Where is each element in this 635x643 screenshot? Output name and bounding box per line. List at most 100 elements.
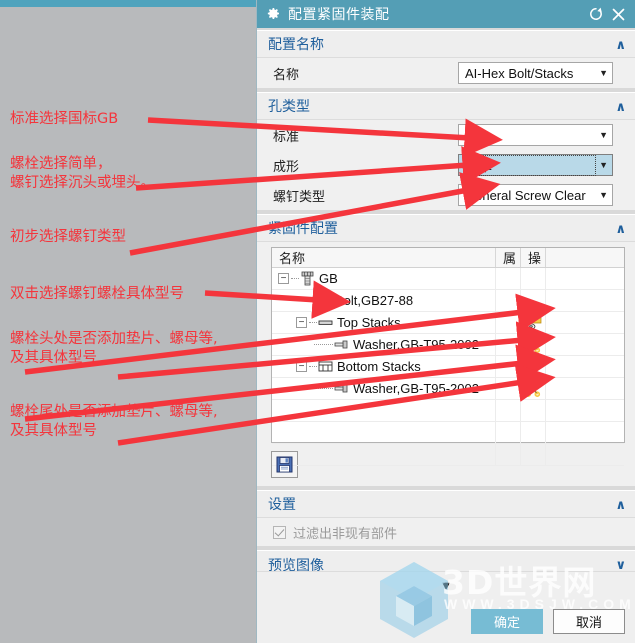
combo-standard[interactable]: GB ▼ bbox=[458, 124, 613, 146]
label-standard: 标准 bbox=[273, 128, 300, 144]
chevron-up-icon[interactable]: ∧ bbox=[615, 100, 626, 113]
combo-config-name-value: AI-Hex Bolt/Stacks bbox=[465, 65, 574, 81]
column-header-property[interactable]: 属 bbox=[496, 248, 521, 267]
add-folder-icon[interactable]: + bbox=[525, 315, 542, 331]
combo-screw-type-value: General Screw Clear bbox=[465, 187, 586, 203]
action-cell[interactable]: + bbox=[521, 312, 546, 333]
property-cell[interactable] bbox=[496, 334, 521, 355]
tree-node-cell[interactable]: Washer,GB-T95-2002 bbox=[272, 378, 496, 399]
field-row-name: 名称 AI-Hex Bolt/Stacks ▼ bbox=[257, 58, 635, 88]
table-row[interactable] bbox=[272, 444, 624, 466]
combo-form[interactable]: 简单 ▼ bbox=[458, 154, 613, 176]
chevron-down-icon: ▼ bbox=[599, 130, 608, 140]
filter-checkbox[interactable] bbox=[273, 525, 286, 539]
combo-standard-value: GB bbox=[465, 127, 484, 143]
tree-node-cell[interactable]: − Top Stacks bbox=[272, 312, 496, 333]
fastener-tree: 名称 属 操 − GB Bolt,GB27-88 − Top Stacks + Washer… bbox=[271, 247, 625, 466]
chevron-down-icon: ▼ bbox=[599, 68, 608, 78]
close-icon[interactable] bbox=[607, 3, 629, 25]
combo-config-name[interactable]: AI-Hex Bolt/Stacks ▼ bbox=[458, 62, 613, 84]
dialog-title: 配置紧固件装配 bbox=[288, 6, 390, 22]
tree-node-cell[interactable] bbox=[272, 400, 496, 421]
tree-expander-icon[interactable]: − bbox=[296, 361, 307, 372]
property-cell[interactable] bbox=[496, 356, 521, 377]
property-cell[interactable] bbox=[496, 400, 521, 421]
tree-connector-line bbox=[309, 322, 317, 323]
bolt-horizontal-icon bbox=[315, 294, 331, 307]
ok-button[interactable]: 确定 bbox=[471, 609, 543, 634]
cut-icon[interactable] bbox=[524, 337, 542, 353]
property-cell[interactable] bbox=[496, 268, 521, 289]
column-header-extra[interactable] bbox=[546, 248, 624, 267]
extra-cell[interactable] bbox=[546, 444, 624, 465]
property-cell[interactable] bbox=[496, 444, 521, 465]
tree-node-cell[interactable]: − GB bbox=[272, 268, 496, 289]
cut-icon[interactable] bbox=[524, 381, 542, 397]
tree-node-cell[interactable]: Washer,GB-T95-2002 bbox=[272, 334, 496, 355]
tree-node-cell[interactable]: − Bottom Stacks bbox=[272, 356, 496, 377]
fastener-tree-wrapper: 名称 属 操 − GB Bolt,GB27-88 − Top Stacks + Washer… bbox=[257, 242, 635, 466]
reset-icon[interactable] bbox=[585, 3, 607, 25]
extra-cell[interactable] bbox=[546, 334, 624, 355]
tree-node-cell[interactable]: Bolt,GB27-88 bbox=[272, 290, 496, 311]
annotation-tail-stack: 螺栓尾处是否添加垫片、螺母等, 及其具体型号 bbox=[10, 404, 218, 439]
extra-cell[interactable] bbox=[546, 378, 624, 399]
action-cell[interactable]: + bbox=[521, 356, 546, 377]
action-cell[interactable] bbox=[521, 444, 546, 465]
section-header-hole-type[interactable]: 孔类型 ∧ bbox=[257, 93, 635, 120]
section-preview-image: 预览图像 ∨ bbox=[257, 550, 635, 571]
tree-connector-line bbox=[309, 366, 317, 367]
section-header-config-name[interactable]: 配置名称 ∧ bbox=[257, 31, 635, 58]
annotation-standard: 标准选择国标GB bbox=[10, 111, 119, 127]
chevron-up-icon[interactable]: ∧ bbox=[615, 38, 626, 51]
action-cell[interactable] bbox=[521, 334, 546, 355]
add-folder-icon[interactable]: + bbox=[525, 359, 542, 375]
extra-cell[interactable] bbox=[546, 422, 624, 443]
tree-node-cell[interactable] bbox=[272, 422, 496, 443]
chevron-down-icon[interactable]: ∨ bbox=[615, 558, 626, 571]
property-cell[interactable] bbox=[496, 422, 521, 443]
table-row[interactable]: Bolt,GB27-88 bbox=[272, 290, 624, 312]
table-row[interactable] bbox=[272, 422, 624, 444]
field-row-standard: 标准 GB ▼ bbox=[257, 120, 635, 150]
checkbox-row-filter[interactable]: 过滤出非现有部件 bbox=[257, 518, 635, 546]
chevron-down-icon: ▼ bbox=[599, 160, 608, 170]
combo-screw-type[interactable]: General Screw Clear ▼ bbox=[458, 184, 613, 206]
washer-small-icon bbox=[334, 384, 348, 393]
property-cell[interactable] bbox=[496, 290, 521, 311]
action-cell[interactable] bbox=[521, 290, 546, 311]
section-header-fastener-config[interactable]: 紧固件配置 ∧ bbox=[257, 215, 635, 242]
tree-node-cell[interactable] bbox=[272, 444, 496, 465]
action-cell[interactable] bbox=[521, 378, 546, 399]
table-row[interactable]: − GB bbox=[272, 268, 624, 290]
tree-connector-line bbox=[296, 300, 315, 301]
table-row[interactable]: Washer,GB-T95-2002 bbox=[272, 334, 624, 356]
extra-cell[interactable] bbox=[546, 290, 624, 311]
section-fastener-config: 紧固件配置 ∧ 名称 属 操 − GB Bolt,GB27-88 − Top Stack… bbox=[257, 214, 635, 486]
field-row-form: 成形 简单 ▼ bbox=[257, 150, 635, 180]
section-header-settings[interactable]: 设置 ∧ bbox=[257, 491, 635, 518]
extra-cell[interactable] bbox=[546, 400, 624, 421]
extra-cell[interactable] bbox=[546, 268, 624, 289]
cancel-button[interactable]: 取消 bbox=[553, 609, 625, 634]
tree-expander-icon[interactable]: − bbox=[296, 317, 307, 328]
extra-cell[interactable] bbox=[546, 312, 624, 333]
property-cell[interactable] bbox=[496, 378, 521, 399]
section-header-preview-image[interactable]: 预览图像 ∨ bbox=[257, 551, 635, 571]
extra-cell[interactable] bbox=[546, 356, 624, 377]
tree-node-label: Top Stacks bbox=[337, 315, 401, 330]
column-header-name[interactable]: 名称 bbox=[272, 248, 496, 267]
tree-expander-icon[interactable]: − bbox=[278, 273, 289, 284]
action-cell[interactable] bbox=[521, 400, 546, 421]
chevron-up-icon[interactable]: ∧ bbox=[615, 498, 626, 511]
property-cell[interactable] bbox=[496, 312, 521, 333]
table-row[interactable] bbox=[272, 400, 624, 422]
table-row[interactable]: Washer,GB-T95-2002 bbox=[272, 378, 624, 400]
action-cell[interactable] bbox=[521, 268, 546, 289]
expand-more-icon[interactable]: ▼ bbox=[440, 578, 453, 593]
table-row[interactable]: − Top Stacks + bbox=[272, 312, 624, 334]
chevron-up-icon[interactable]: ∧ bbox=[615, 222, 626, 235]
table-row[interactable]: − Bottom Stacks + bbox=[272, 356, 624, 378]
action-cell[interactable] bbox=[521, 422, 546, 443]
column-header-action[interactable]: 操 bbox=[521, 248, 546, 267]
